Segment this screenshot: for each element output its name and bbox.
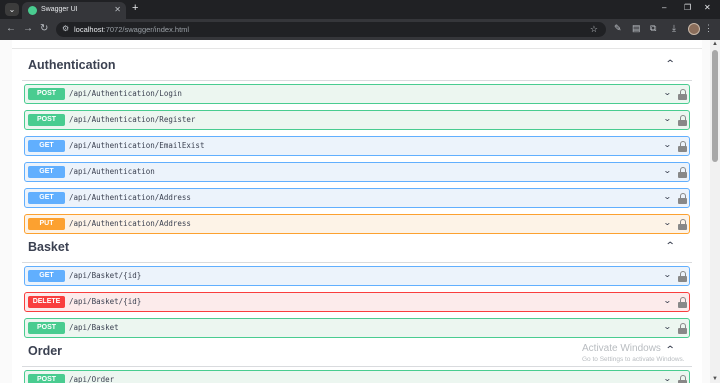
endpoint-path: /api/Authentication/EmailExist	[69, 141, 205, 150]
reload-icon[interactable]: ↻	[40, 23, 48, 34]
lock-icon[interactable]	[678, 271, 687, 282]
swagger-favicon-icon	[28, 6, 37, 15]
url-path: :7072/swagger/index.html	[103, 25, 190, 34]
collapse-chevron-icon[interactable]: ⌃	[665, 241, 676, 252]
profile-avatar[interactable]	[688, 23, 700, 35]
operation-row[interactable]: GET/api/Authentication/EmailExist ⌄	[24, 136, 690, 156]
operation-row[interactable]: POST/api/Authentication/Login ⌄	[24, 84, 690, 104]
section-title[interactable]: Order	[28, 344, 62, 358]
expand-chevron-icon[interactable]: ⌄	[663, 140, 672, 149]
http-method-badge: GET	[28, 192, 65, 204]
scroll-up-icon[interactable]: ▲	[710, 41, 720, 47]
browser-tab[interactable]: Swagger UI ✕	[22, 2, 126, 19]
expand-chevron-icon[interactable]: ⌄	[663, 296, 672, 305]
http-method-badge: DELETE	[28, 296, 65, 308]
tab-title: Swagger UI	[41, 6, 78, 13]
endpoint-path: /api/Basket/{id}	[69, 297, 142, 306]
endpoint-path: /api/Authentication/Register	[69, 115, 196, 124]
address-bar[interactable]: ⚙ localhost:7072/swagger/index.html ☆	[56, 22, 606, 37]
minimize-icon[interactable]: –	[662, 3, 666, 12]
operation-row[interactable]: GET/api/Authentication/Address ⌄	[24, 188, 690, 208]
http-method-badge: PUT	[28, 218, 65, 230]
section-title[interactable]: Authentication	[28, 58, 116, 72]
operation-row[interactable]: GET/api/Basket/{id} ⌄	[24, 266, 690, 286]
section-title[interactable]: Basket	[28, 240, 69, 254]
lock-icon[interactable]	[678, 141, 687, 152]
http-method-badge: GET	[28, 270, 65, 282]
download-icon[interactable]: ⤓	[672, 23, 676, 34]
tab-search-button[interactable]: ⌄	[5, 3, 19, 16]
menu-icon[interactable]: ⋮	[704, 23, 713, 34]
operation-row[interactable]: DELETE/api/Basket/{id} ⌄	[24, 292, 690, 312]
activate-windows-watermark: Activate Windows Go to Settings to activ…	[582, 343, 685, 363]
bookmark-star-icon[interactable]: ☆	[590, 24, 598, 35]
expand-chevron-icon[interactable]: ⌄	[663, 270, 672, 279]
swagger-container: Authentication ⌃ POST/api/Authentication/L…	[12, 40, 702, 383]
close-window-icon[interactable]: ✕	[704, 3, 711, 12]
scroll-thumb[interactable]	[712, 50, 718, 162]
url-host: localhost	[74, 25, 104, 34]
endpoint-path: /api/Authentication/Login	[69, 89, 182, 98]
section-divider	[22, 80, 692, 81]
swagger-page: Authentication ⌃ POST/api/Authentication/L…	[0, 40, 710, 383]
expand-chevron-icon[interactable]: ⌄	[663, 322, 672, 331]
site-info-icon[interactable]: ⚙	[62, 24, 69, 33]
expand-chevron-icon[interactable]: ⌄	[663, 88, 672, 97]
url-text: localhost:7072/swagger/index.html	[74, 25, 189, 34]
operation-row[interactable]: POST/api/Authentication/Register ⌄	[24, 110, 690, 130]
http-method-badge: POST	[28, 114, 65, 126]
section-divider	[22, 366, 692, 367]
forward-icon[interactable]: →	[23, 23, 33, 34]
expand-chevron-icon[interactable]: ⌄	[663, 166, 672, 175]
http-method-badge: GET	[28, 166, 65, 178]
back-icon[interactable]: ←	[6, 23, 16, 34]
pen-icon[interactable]: ✎	[614, 23, 622, 34]
http-method-badge: POST	[28, 88, 65, 100]
lock-icon[interactable]	[678, 89, 687, 100]
expand-chevron-icon[interactable]: ⌄	[663, 218, 672, 227]
operation-row[interactable]: POST/api/Basket ⌄	[24, 318, 690, 338]
watermark-title: Activate Windows	[582, 343, 661, 354]
tab-close-icon[interactable]: ✕	[114, 5, 121, 14]
tab-bar: ⌄ Swagger UI ✕ + – ❐ ✕	[0, 0, 720, 19]
endpoint-path: /api/Authentication	[69, 167, 155, 176]
page-scrollbar[interactable]: ▲ ▼	[710, 40, 720, 383]
watermark-subtitle: Go to Settings to activate Windows.	[582, 356, 685, 363]
endpoint-path: /api/Order	[69, 375, 115, 383]
extensions-icon[interactable]: ⧉	[650, 23, 656, 34]
expand-chevron-icon[interactable]: ⌄	[663, 374, 672, 383]
maximize-icon[interactable]: ❐	[684, 3, 691, 12]
collapse-chevron-icon[interactable]: ⌃	[665, 59, 676, 70]
lock-icon[interactable]	[678, 297, 687, 308]
scroll-down-icon[interactable]: ▼	[710, 376, 720, 382]
new-tab-button[interactable]: +	[132, 2, 138, 14]
operation-row[interactable]: POST/api/Order ⌄	[24, 370, 690, 383]
endpoint-path: /api/Basket/{id}	[69, 271, 142, 280]
lock-icon[interactable]	[678, 219, 687, 230]
divider	[12, 48, 702, 49]
lock-icon[interactable]	[678, 375, 687, 383]
expand-chevron-icon[interactable]: ⌄	[663, 114, 672, 123]
operation-row[interactable]: PUT/api/Authentication/Address ⌄	[24, 214, 690, 234]
lock-icon[interactable]	[678, 167, 687, 178]
expand-chevron-icon[interactable]: ⌄	[663, 192, 672, 201]
lock-icon[interactable]	[678, 115, 687, 126]
endpoint-path: /api/Basket	[69, 323, 119, 332]
http-method-badge: GET	[28, 140, 65, 152]
lock-icon[interactable]	[678, 323, 687, 334]
http-method-badge: POST	[28, 322, 65, 334]
document-icon[interactable]: ▤	[632, 23, 641, 34]
endpoint-path: /api/Authentication/Address	[69, 193, 191, 202]
lock-icon[interactable]	[678, 193, 687, 204]
http-method-badge: POST	[28, 374, 65, 383]
section-divider	[22, 262, 692, 263]
endpoint-path: /api/Authentication/Address	[69, 219, 191, 228]
operation-row[interactable]: GET/api/Authentication ⌄	[24, 162, 690, 182]
browser-toolbar: ← → ↻ ⚙ localhost:7072/swagger/index.htm…	[0, 19, 720, 40]
